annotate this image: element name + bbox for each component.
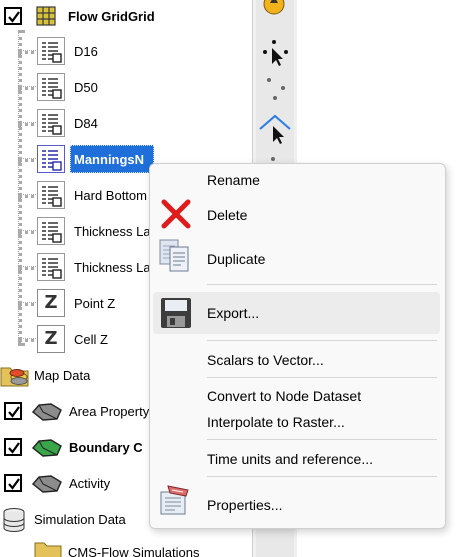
pan-tool-icon[interactable]	[259, 0, 289, 22]
menu-item-duplicate[interactable]: Duplicate	[150, 239, 445, 274]
menu-item-label: Delete	[207, 207, 248, 223]
tree-item-dataset[interactable]: D50	[0, 72, 252, 102]
select-point-icon[interactable]	[261, 38, 291, 68]
tree-item-label: Boundary C	[69, 440, 143, 455]
menu-item-delete[interactable]: Delete	[150, 198, 445, 230]
tree-item-label: Area Property	[69, 404, 150, 419]
flow-grid-checkbox[interactable]	[4, 7, 22, 25]
menu-item-time-units[interactable]: Time units and reference...	[150, 444, 445, 474]
tree-item-label: D50	[74, 80, 98, 95]
menu-item-label: Properties...	[207, 497, 283, 513]
tree-item-label: Map Data	[34, 368, 91, 383]
menu-item-label: Duplicate	[207, 251, 266, 267]
grid-icon	[36, 6, 56, 26]
tree-item-flow-grid[interactable]: Flow GridGrid	[0, 1, 252, 31]
menu-item-label: Export...	[207, 305, 260, 321]
menu-item-interpolate-to-raster[interactable]: Interpolate to Raster...	[150, 407, 445, 437]
tree-item-label: D16	[74, 44, 98, 59]
dataset-icon	[37, 217, 65, 245]
menu-item-label: Scalars to Vector...	[207, 352, 324, 368]
tree-item-cms-flow[interactable]: CMS-Flow Simulations	[0, 538, 252, 557]
coverage-icon	[31, 402, 63, 422]
folder-icon	[34, 539, 62, 557]
dataset-icon	[37, 253, 65, 281]
coverage-checkbox[interactable]	[4, 402, 22, 420]
coverage-checkbox[interactable]	[4, 438, 22, 456]
tree-item-label: Thickness La	[74, 260, 151, 275]
tree-item-label: Flow GridGrid	[68, 9, 155, 24]
delete-icon	[160, 198, 192, 230]
menu-item-label: Interpolate to Raster...	[207, 414, 345, 430]
dataset-icon	[37, 37, 65, 65]
tree-item-label: Simulation Data	[34, 512, 126, 527]
menu-item-export[interactable]: Export...	[153, 292, 440, 334]
coverage-checkbox[interactable]	[4, 474, 22, 492]
database-icon	[2, 507, 26, 533]
dataset-icon	[37, 181, 65, 209]
tree-item-label: CMS-Flow Simulations	[68, 545, 200, 557]
menu-separator	[207, 284, 437, 285]
menu-separator	[207, 439, 437, 440]
tree-item-label: Thickness La	[74, 224, 151, 239]
node-tool-icon[interactable]	[269, 152, 277, 162]
duplicate-icon	[158, 238, 192, 274]
tree-item-label: Cell Z	[74, 332, 108, 347]
menu-item-rename[interactable]: Rename	[150, 165, 445, 195]
menu-item-label: Time units and reference...	[207, 451, 374, 467]
tree-item-label: D84	[74, 116, 98, 131]
menu-separator	[207, 340, 437, 341]
tree-item-label: ManningsN	[74, 152, 145, 167]
tree-item-label: Hard Bottom	[74, 188, 147, 203]
properties-icon	[158, 484, 192, 516]
z-icon: Z	[37, 325, 65, 353]
menu-item-label: Convert to Node Dataset	[207, 388, 362, 404]
tree-item-dataset[interactable]: D16	[0, 36, 252, 66]
z-icon: Z	[37, 289, 65, 317]
menu-separator	[207, 377, 437, 378]
save-icon	[160, 297, 192, 329]
tree-item-dataset[interactable]: D84	[0, 108, 252, 138]
dataset-icon	[37, 73, 65, 101]
menu-item-scalars-to-vector[interactable]: Scalars to Vector...	[150, 345, 445, 375]
vertex-tool-icon[interactable]	[261, 76, 291, 104]
tree-item-label: Point Z	[74, 296, 116, 311]
select-tool-icon[interactable]	[257, 112, 293, 146]
folder-icon	[0, 362, 30, 388]
dataset-icon	[37, 109, 65, 137]
context-menu: Rename Delete Duplicate Export... Scalar…	[149, 163, 446, 529]
coverage-icon	[31, 474, 63, 494]
tree-item-label: Activity	[69, 476, 111, 491]
menu-item-properties[interactable]: Properties...	[150, 485, 445, 520]
menu-item-label: Rename	[207, 172, 260, 188]
dataset-icon	[37, 145, 65, 173]
coverage-icon	[31, 438, 63, 458]
menu-separator	[207, 476, 437, 477]
